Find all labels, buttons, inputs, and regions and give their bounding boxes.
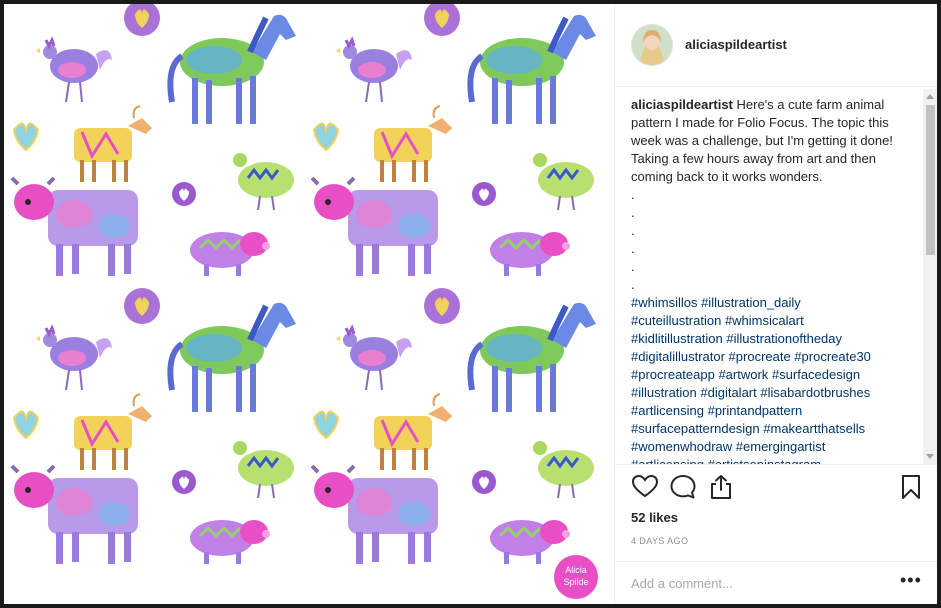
hashtag-line[interactable]: #artlicensing #printandpattern	[631, 402, 913, 420]
caption-dot: .	[631, 205, 635, 220]
hashtag-line[interactable]: #kidlitillustration #illustrationoftheda…	[631, 330, 913, 348]
caption-dot: .	[631, 241, 635, 256]
caption-dot: .	[631, 259, 635, 274]
instagram-post-modal: Alicia Spilde aliciaspildeartist alicias…	[4, 4, 937, 604]
comment-button[interactable]	[669, 473, 697, 501]
hashtag-line[interactable]: #artlicensing #artistsoninstagram	[631, 456, 913, 464]
watermark-badge: Alicia Spilde	[554, 555, 598, 599]
hashtag-line[interactable]: #whimsillos #illustration_daily	[631, 294, 913, 312]
more-options-icon[interactable]: •••	[900, 571, 921, 591]
hashtag-line[interactable]: #cuteillustration #whimsicalart	[631, 312, 913, 330]
caption-dot: .	[631, 223, 635, 238]
likes-count[interactable]: 52 likes	[631, 510, 678, 525]
comment-bar: •••	[615, 561, 937, 604]
hashtag-line[interactable]: #womenwhodraw #emergingartist	[631, 438, 913, 456]
caption-username[interactable]: aliciaspildeartist	[631, 97, 733, 112]
farm-animal-pattern: Alicia Spilde	[4, 4, 605, 599]
post-actions: 52 likes 4 DAYS AGO •••	[615, 464, 937, 604]
avatar[interactable]	[631, 24, 673, 66]
watermark-line2: Spilde	[563, 577, 588, 587]
bookmark-icon	[902, 475, 920, 499]
hashtag-line[interactable]: #digitalillustrator #procreate #procreat…	[631, 348, 913, 366]
header-username[interactable]: aliciaspildeartist	[685, 37, 787, 52]
post-timestamp[interactable]: 4 DAYS AGO	[631, 536, 688, 546]
caption-scrollbar[interactable]	[923, 89, 937, 464]
comment-icon	[670, 475, 696, 499]
caption-area: aliciaspildeartist Here's a cute farm an…	[615, 89, 937, 464]
heart-icon	[631, 474, 659, 498]
scrollbar-thumb[interactable]	[926, 105, 935, 255]
caption: aliciaspildeartist Here's a cute farm an…	[631, 96, 913, 464]
post-image[interactable]: Alicia Spilde	[4, 4, 605, 604]
post-sidebar: aliciaspildeartist aliciaspildeartist He…	[614, 4, 937, 604]
share-button[interactable]	[707, 473, 735, 501]
like-button[interactable]	[631, 473, 659, 501]
hashtag-line[interactable]: #illustration #digitalart #lisabardotbru…	[631, 384, 913, 402]
comment-input[interactable]	[631, 572, 881, 594]
share-icon	[711, 475, 731, 499]
caption-dot: .	[631, 277, 635, 292]
hashtag-line[interactable]: #surfacepatterndesign #makeartthatsells	[631, 420, 913, 438]
hashtag-line[interactable]: #procreateapp #artwork #surfacedesign	[631, 366, 913, 384]
avatar-image	[632, 25, 672, 65]
save-button[interactable]	[897, 473, 925, 501]
post-header: aliciaspildeartist	[615, 4, 937, 87]
watermark-line1: Alicia	[565, 565, 587, 575]
scroll-up-arrow-icon[interactable]	[926, 94, 934, 99]
caption-dot: .	[631, 187, 635, 202]
scroll-down-arrow-icon[interactable]	[926, 454, 934, 459]
